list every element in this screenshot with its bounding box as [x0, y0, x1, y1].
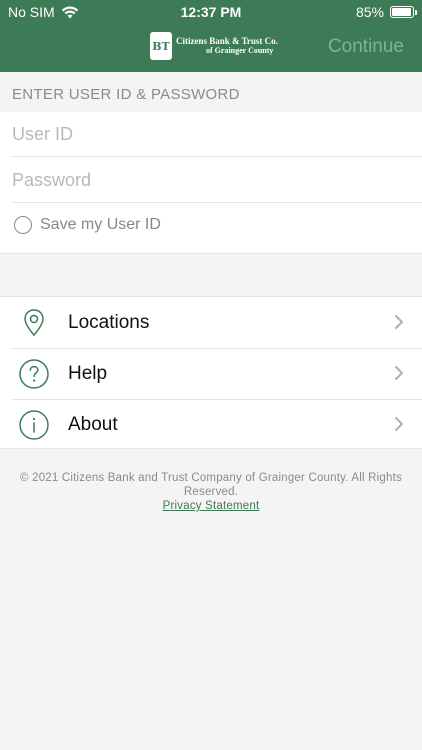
footer: © 2021 Citizens Bank and Trust Company o… — [10, 471, 412, 513]
menu-item-locations[interactable]: Locations — [0, 297, 422, 348]
chevron-right-icon — [395, 417, 403, 431]
menu-item-help[interactable]: Help — [0, 348, 422, 399]
menu-label-help: Help — [68, 363, 108, 384]
status-bar: No SIM 12:37 PM 85% — [0, 0, 422, 24]
status-battery: 85% — [355, 4, 417, 20]
password-input[interactable] — [12, 158, 422, 202]
menu-list: Locations Help About — [0, 296, 422, 449]
menu-label-locations: Locations — [68, 312, 150, 333]
chevron-right-icon — [395, 366, 403, 380]
user-id-row — [12, 112, 422, 157]
bank-logo: BT Citizens Bank & Trust Co. of Grainger… — [150, 32, 278, 60]
logo-line1: Citizens Bank & Trust Co. — [176, 36, 278, 46]
privacy-statement-link[interactable]: Privacy Statement — [163, 499, 260, 513]
menu-item-about[interactable]: About — [0, 399, 422, 450]
battery-percent: 85% — [355, 4, 384, 20]
login-section-heading: ENTER USER ID & PASSWORD — [12, 86, 240, 103]
question-icon — [19, 359, 49, 389]
logo-mark: BT — [150, 32, 172, 60]
logo-text: Citizens Bank & Trust Co. of Grainger Co… — [176, 36, 278, 56]
login-form: Save my User ID — [0, 112, 422, 254]
info-icon — [19, 410, 49, 440]
radio-unchecked-icon[interactable] — [14, 216, 32, 234]
battery-fill — [392, 8, 411, 16]
save-user-id-label: Save my User ID — [40, 216, 161, 233]
menu-label-about: About — [68, 414, 118, 435]
password-row — [12, 158, 422, 203]
app-header: No SIM 12:37 PM 85% BT Citizens Bank & T… — [0, 0, 422, 72]
logo-line2: of Grainger County — [206, 46, 274, 55]
battery-icon — [390, 6, 417, 18]
chevron-right-icon — [395, 315, 403, 329]
copyright-text: © 2021 Citizens Bank and Trust Company o… — [20, 472, 402, 498]
location-pin-icon — [24, 309, 44, 337]
continue-button[interactable]: Continue — [328, 36, 404, 58]
user-id-input[interactable] — [12, 112, 422, 156]
save-user-id-toggle[interactable]: Save my User ID — [14, 216, 161, 234]
